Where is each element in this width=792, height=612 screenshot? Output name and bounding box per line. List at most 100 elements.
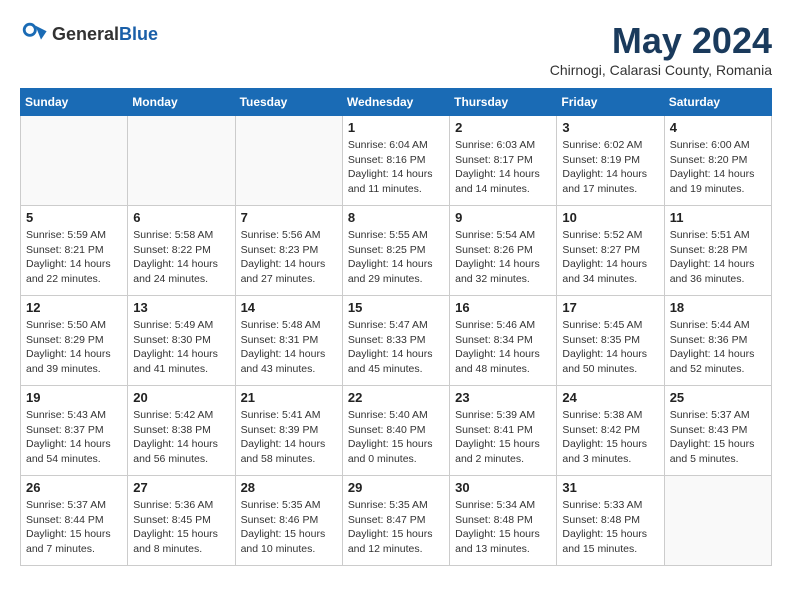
calendar-day-cell: 2 Sunrise: 6:03 AMSunset: 8:17 PMDaylight… (450, 116, 557, 206)
day-number: 4 (670, 120, 766, 135)
day-number: 22 (348, 390, 444, 405)
day-info: Sunrise: 6:02 AMSunset: 8:19 PMDaylight:… (562, 138, 658, 197)
calendar-day-cell (128, 116, 235, 206)
calendar-day-cell: 19 Sunrise: 5:43 AMSunset: 8:37 PMDayligh… (21, 386, 128, 476)
calendar-week-row: 12 Sunrise: 5:50 AMSunset: 8:29 PMDayligh… (21, 296, 772, 386)
day-number: 29 (348, 480, 444, 495)
calendar-day-cell: 31 Sunrise: 5:33 AMSunset: 8:48 PMDayligh… (557, 476, 664, 566)
day-number: 17 (562, 300, 658, 315)
day-info: Sunrise: 5:40 AMSunset: 8:40 PMDaylight:… (348, 408, 444, 467)
calendar-day-cell: 10 Sunrise: 5:52 AMSunset: 8:27 PMDayligh… (557, 206, 664, 296)
day-info: Sunrise: 5:35 AMSunset: 8:47 PMDaylight:… (348, 498, 444, 557)
weekday-header: Monday (128, 89, 235, 116)
day-number: 13 (133, 300, 229, 315)
calendar-day-cell: 17 Sunrise: 5:45 AMSunset: 8:35 PMDayligh… (557, 296, 664, 386)
calendar-day-cell: 25Sunrise: 5:37 AMSunset: 8:43 PMDayligh… (664, 386, 771, 476)
day-info: Sunrise: 6:00 AMSunset: 8:20 PMDaylight:… (670, 138, 766, 197)
day-number: 24 (562, 390, 658, 405)
day-info: Sunrise: 5:54 AMSunset: 8:26 PMDaylight:… (455, 228, 551, 287)
day-number: 11 (670, 210, 766, 225)
calendar-day-cell: 27 Sunrise: 5:36 AMSunset: 8:45 PMDayligh… (128, 476, 235, 566)
calendar-day-cell: 12 Sunrise: 5:50 AMSunset: 8:29 PMDayligh… (21, 296, 128, 386)
day-number: 30 (455, 480, 551, 495)
day-info: Sunrise: 5:59 AMSunset: 8:21 PMDaylight:… (26, 228, 122, 287)
day-number: 12 (26, 300, 122, 315)
day-info: Sunrise: 5:39 AMSunset: 8:41 PMDaylight:… (455, 408, 551, 467)
day-info: Sunrise: 5:44 AMSunset: 8:36 PMDaylight:… (670, 318, 766, 377)
day-info: Sunrise: 5:51 AMSunset: 8:28 PMDaylight:… (670, 228, 766, 287)
day-info: Sunrise: 5:38 AMSunset: 8:42 PMDaylight:… (562, 408, 658, 467)
day-number: 10 (562, 210, 658, 225)
day-number: 26 (26, 480, 122, 495)
day-info: Sunrise: 5:55 AMSunset: 8:25 PMDaylight:… (348, 228, 444, 287)
calendar-day-cell: 9Sunrise: 5:54 AMSunset: 8:26 PMDaylight… (450, 206, 557, 296)
calendar-day-cell: 1Sunrise: 6:04 AMSunset: 8:16 PMDaylight… (342, 116, 449, 206)
logo-general: General (52, 24, 119, 45)
calendar-day-cell: 29 Sunrise: 5:35 AMSunset: 8:47 PMDayligh… (342, 476, 449, 566)
weekday-header: Wednesday (342, 89, 449, 116)
day-number: 3 (562, 120, 658, 135)
day-info: Sunrise: 5:41 AMSunset: 8:39 PMDaylight:… (241, 408, 337, 467)
calendar-day-cell: 14Sunrise: 5:48 AMSunset: 8:31 PMDayligh… (235, 296, 342, 386)
calendar-week-row: 26 Sunrise: 5:37 AMSunset: 8:44 PMDayligh… (21, 476, 772, 566)
calendar-day-cell: 28 Sunrise: 5:35 AMSunset: 8:46 PMDayligh… (235, 476, 342, 566)
calendar-day-cell: 21 Sunrise: 5:41 AMSunset: 8:39 PMDayligh… (235, 386, 342, 476)
calendar-day-cell: 11 Sunrise: 5:51 AMSunset: 8:28 PMDayligh… (664, 206, 771, 296)
day-info: Sunrise: 6:04 AMSunset: 8:16 PMDaylight:… (348, 138, 444, 197)
calendar-day-cell: 20 Sunrise: 5:42 AMSunset: 8:38 PMDayligh… (128, 386, 235, 476)
day-number: 19 (26, 390, 122, 405)
day-number: 15 (348, 300, 444, 315)
day-number: 27 (133, 480, 229, 495)
day-info: Sunrise: 5:46 AMSunset: 8:34 PMDaylight:… (455, 318, 551, 377)
calendar-day-cell: 3 Sunrise: 6:02 AMSunset: 8:19 PMDaylight… (557, 116, 664, 206)
weekday-header: Tuesday (235, 89, 342, 116)
calendar-day-cell: 24 Sunrise: 5:38 AMSunset: 8:42 PMDayligh… (557, 386, 664, 476)
calendar-day-cell: 18 Sunrise: 5:44 AMSunset: 8:36 PMDayligh… (664, 296, 771, 386)
day-info: Sunrise: 5:37 AMSunset: 8:44 PMDaylight:… (26, 498, 122, 557)
day-info: Sunrise: 5:45 AMSunset: 8:35 PMDaylight:… (562, 318, 658, 377)
calendar-day-cell: 7Sunrise: 5:56 AMSunset: 8:23 PMDaylight… (235, 206, 342, 296)
calendar-day-cell: 30 Sunrise: 5:34 AMSunset: 8:48 PMDayligh… (450, 476, 557, 566)
weekday-header: Sunday (21, 89, 128, 116)
day-number: 28 (241, 480, 337, 495)
day-info: Sunrise: 5:52 AMSunset: 8:27 PMDaylight:… (562, 228, 658, 287)
day-number: 6 (133, 210, 229, 225)
day-info: Sunrise: 5:36 AMSunset: 8:45 PMDaylight:… (133, 498, 229, 557)
weekday-header: Friday (557, 89, 664, 116)
day-info: Sunrise: 5:35 AMSunset: 8:46 PMDaylight:… (241, 498, 337, 557)
day-info: Sunrise: 5:42 AMSunset: 8:38 PMDaylight:… (133, 408, 229, 467)
day-number: 8 (348, 210, 444, 225)
day-number: 18 (670, 300, 766, 315)
day-info: Sunrise: 5:33 AMSunset: 8:48 PMDaylight:… (562, 498, 658, 557)
calendar-day-cell: 23 Sunrise: 5:39 AMSunset: 8:41 PMDayligh… (450, 386, 557, 476)
day-number: 25 (670, 390, 766, 405)
weekday-header: Thursday (450, 89, 557, 116)
calendar-day-cell: 15Sunrise: 5:47 AMSunset: 8:33 PMDayligh… (342, 296, 449, 386)
location-title: Chirnogi, Calarasi County, Romania (550, 62, 772, 78)
day-number: 23 (455, 390, 551, 405)
calendar-day-cell (664, 476, 771, 566)
day-info: Sunrise: 5:43 AMSunset: 8:37 PMDaylight:… (26, 408, 122, 467)
calendar-week-row: 1Sunrise: 6:04 AMSunset: 8:16 PMDaylight… (21, 116, 772, 206)
day-info: Sunrise: 5:34 AMSunset: 8:48 PMDaylight:… (455, 498, 551, 557)
calendar-day-cell: 6 Sunrise: 5:58 AMSunset: 8:22 PMDaylight… (128, 206, 235, 296)
day-number: 21 (241, 390, 337, 405)
day-info: Sunrise: 5:50 AMSunset: 8:29 PMDaylight:… (26, 318, 122, 377)
calendar-day-cell: 22 Sunrise: 5:40 AMSunset: 8:40 PMDayligh… (342, 386, 449, 476)
day-number: 2 (455, 120, 551, 135)
calendar-header-row: SundayMondayTuesdayWednesdayThursdayFrid… (21, 89, 772, 116)
day-number: 20 (133, 390, 229, 405)
day-number: 16 (455, 300, 551, 315)
day-info: Sunrise: 5:48 AMSunset: 8:31 PMDaylight:… (241, 318, 337, 377)
calendar-table: SundayMondayTuesdayWednesdayThursdayFrid… (20, 88, 772, 566)
logo: General Blue (20, 20, 158, 48)
calendar-day-cell: 13 Sunrise: 5:49 AMSunset: 8:30 PMDayligh… (128, 296, 235, 386)
day-info: Sunrise: 5:58 AMSunset: 8:22 PMDaylight:… (133, 228, 229, 287)
day-number: 5 (26, 210, 122, 225)
day-info: Sunrise: 5:56 AMSunset: 8:23 PMDaylight:… (241, 228, 337, 287)
calendar-day-cell (21, 116, 128, 206)
calendar-week-row: 5 Sunrise: 5:59 AMSunset: 8:21 PMDaylight… (21, 206, 772, 296)
day-info: Sunrise: 5:49 AMSunset: 8:30 PMDaylight:… (133, 318, 229, 377)
day-number: 31 (562, 480, 658, 495)
day-info: Sunrise: 6:03 AMSunset: 8:17 PMDaylight:… (455, 138, 551, 197)
